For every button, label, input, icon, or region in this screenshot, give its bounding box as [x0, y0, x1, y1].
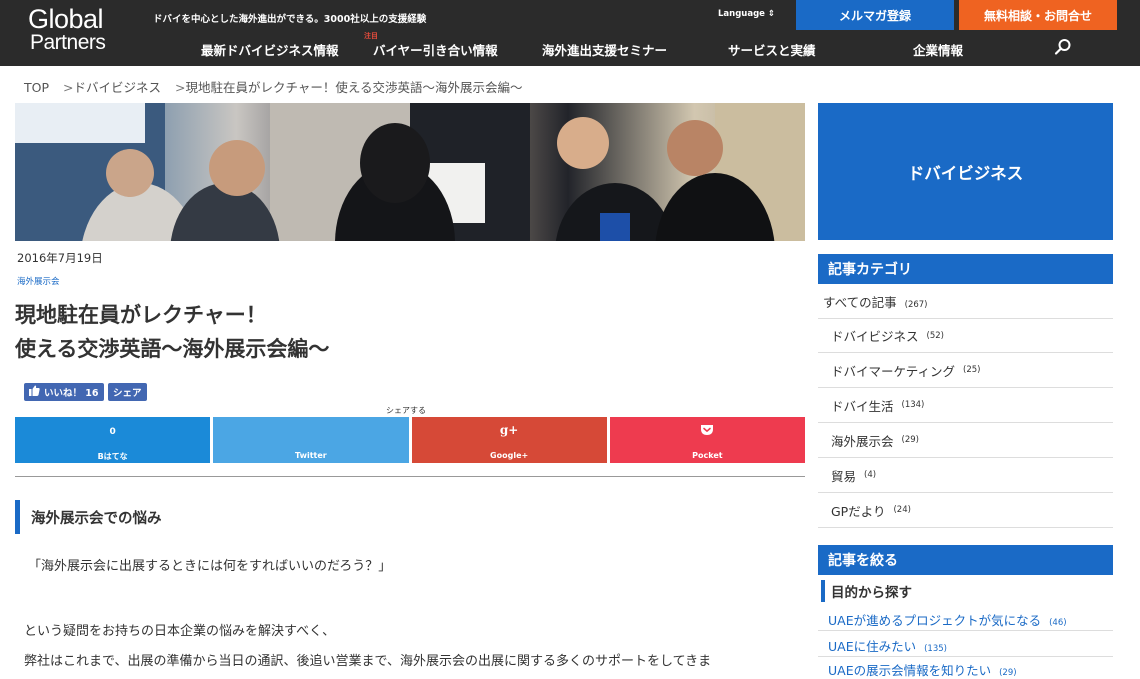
section-heading: 海外展示会での悩み — [15, 500, 805, 534]
category-list: ドバイビジネス (52) ドバイマーケティング (25) ドバイ生活 (134) 海外… — [818, 318, 1113, 528]
facebook-share-button[interactable]: シェア — [108, 383, 147, 401]
category-item-dubai-marketing[interactable]: ドバイマーケティング (25) — [818, 353, 1113, 388]
language-selector[interactable]: Language ⇕ — [718, 9, 775, 19]
category-count: (25) — [963, 365, 981, 375]
nav-company[interactable]: 企業情報 — [913, 40, 963, 59]
hero-photo — [15, 103, 805, 241]
category-count: (52) — [926, 330, 944, 341]
category-label: ドバイ生活 — [831, 398, 894, 414]
category-label: ドバイマーケティング — [831, 363, 956, 379]
category-count: (134) — [901, 400, 925, 410]
category-count: (4) — [864, 470, 877, 480]
filter-link-count: (46) — [1049, 618, 1067, 628]
google-plus-icon: g+ — [499, 423, 519, 437]
share-pocket-button[interactable]: Pocket — [609, 417, 805, 463]
twitter-label: Twitter — [295, 451, 327, 460]
filter-link-uae-projects[interactable]: UAEが進めるプロジェクトが気になる (46) — [828, 610, 1067, 629]
filter-link-uae-exhibitions[interactable]: UAEの展示会情報を知りたい (29) — [828, 660, 1017, 679]
breadcrumb-separator: > — [63, 80, 74, 95]
article-title-line1: 現地駐在員がレクチャー！ — [15, 303, 267, 327]
share-buttons: 0 Bはてな Twitter g+ Google+ Pocket — [15, 417, 805, 463]
category-all-label: すべての記事 — [823, 295, 897, 310]
share-heading: シェアする — [386, 406, 426, 415]
nav-services[interactable]: サービスと実績 — [728, 40, 816, 59]
category-all-articles[interactable]: すべての記事 (267) — [823, 292, 928, 311]
filter-divider — [818, 656, 1113, 657]
pocket-icon — [610, 424, 805, 439]
category-item-exhibitions[interactable]: 海外展示会 (29) — [818, 423, 1113, 458]
breadcrumb-separator: > — [175, 80, 186, 95]
filter-link-count: (29) — [999, 668, 1017, 678]
site-logo[interactable]: Global Partners — [28, 6, 106, 55]
filter-link-label: UAEに住みたい — [828, 639, 917, 654]
nav-buyer-inquiries[interactable]: バイヤー引き合い情報 — [373, 40, 498, 59]
newsletter-button[interactable]: メルマガ登録 — [796, 0, 954, 30]
category-label: ドバイビジネス — [831, 329, 919, 344]
category-count: (29) — [901, 435, 919, 445]
category-item-dubai-business[interactable]: ドバイビジネス (52) — [818, 318, 1113, 353]
article-title: 現地駐在員がレクチャー！ 使える交渉英語〜海外展示会編〜 — [15, 298, 329, 366]
logo-line1: Global — [28, 4, 104, 34]
thumbs-up-icon — [29, 385, 40, 399]
filter-link-live-in-uae[interactable]: UAEに住みたい (135) — [828, 636, 947, 655]
category-label: 海外展示会 — [831, 433, 894, 449]
filter-link-label: UAEの展示会情報を知りたい — [828, 663, 992, 678]
category-label: 貿易 — [831, 468, 857, 484]
hatena-count: 0 — [109, 427, 116, 437]
site-tagline: ドバイを中心とした海外進出ができる。3000社以上の支援経験 — [153, 14, 427, 25]
article-category-tag[interactable]: 海外展示会 — [17, 275, 60, 287]
exhibition-photo-graphic — [15, 103, 805, 241]
article-title-line2: 使える交渉英語〜海外展示会編〜 — [15, 337, 330, 361]
facebook-like-button[interactable]: いいね！ 16 — [24, 383, 104, 401]
share-google-button[interactable]: g+ Google+ — [411, 417, 607, 463]
category-heading: 記事カテゴリ — [818, 254, 1113, 284]
content-divider — [15, 476, 805, 477]
free-consultation-button[interactable]: 無料相談・お問合せ — [959, 0, 1117, 30]
pocket-label: Pocket — [692, 451, 723, 460]
nav-dubai-business-news[interactable]: 最新ドバイビジネス情報 — [201, 40, 339, 59]
share-hatena-button[interactable]: 0 Bはてな — [15, 417, 211, 463]
google-label: Google+ — [490, 451, 529, 460]
filter-divider — [818, 630, 1113, 631]
facebook-like-label: いいね！ 16 — [44, 388, 99, 399]
filter-heading: 記事を絞る — [818, 545, 1113, 575]
breadcrumb: TOP >ドバイビジネス >現地駐在員がレクチャー！使える交渉英語〜海外展示会編〜 — [24, 77, 523, 96]
article-paragraph-1: 「海外展示会に出展するときには何をすればいいのだろう？」 — [28, 559, 392, 574]
breadcrumb-current: 現地駐在員がレクチャー！使える交渉英語〜海外展示会編〜 — [185, 80, 523, 95]
article-paragraph-3: 弊社はこれまで、出展の準備から当日の通訳、後追い営業まで、海外展示会の出展に関す… — [24, 654, 712, 669]
category-label: GPだより — [831, 503, 886, 519]
category-item-trade[interactable]: 貿易 (4) — [818, 458, 1113, 493]
breadcrumb-top[interactable]: TOP — [24, 80, 49, 95]
article-date: 2016年7月19日 — [17, 251, 103, 265]
article-paragraph-2: という疑問をお持ちの日本企業の悩みを解決すべく、 — [24, 624, 336, 639]
logo-line2: Partners — [30, 31, 106, 54]
site-header: Global Partners ドバイを中心とした海外進出ができる。3000社以… — [0, 0, 1140, 66]
filter-link-count: (135) — [924, 644, 947, 654]
breadcrumb-dubai-business[interactable]: ドバイビジネス — [74, 80, 162, 95]
filter-link-label: UAEが進めるプロジェクトが気になる — [828, 613, 1042, 628]
category-item-dubai-life[interactable]: ドバイ生活 (134) — [818, 388, 1113, 423]
hatena-label: Bはてな — [97, 452, 128, 461]
filter-subheading: 目的から探す — [821, 580, 912, 602]
search-icon[interactable] — [1054, 38, 1072, 56]
share-twitter-button[interactable]: Twitter — [213, 417, 409, 463]
category-count: (24) — [893, 505, 911, 515]
nav-seminars[interactable]: 海外進出支援セミナー — [542, 40, 667, 59]
category-all-count: (267) — [904, 300, 928, 310]
sidebar-dubai-business-banner[interactable]: ドバイビジネス — [818, 103, 1113, 240]
category-item-gp-news[interactable]: GPだより (24) — [818, 493, 1113, 528]
